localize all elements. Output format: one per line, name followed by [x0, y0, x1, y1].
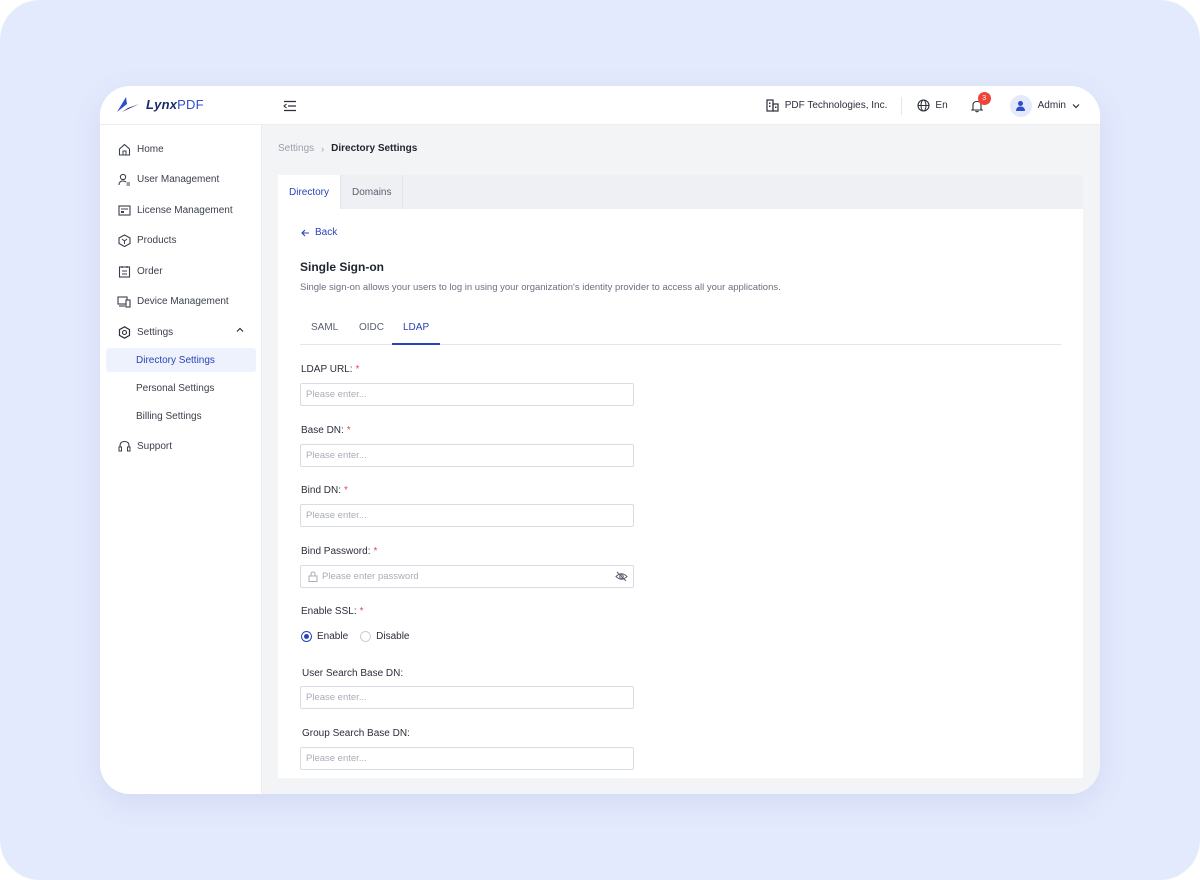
notifications-button[interactable]: 3 — [970, 91, 991, 113]
user-management-icon — [117, 172, 131, 186]
gear-icon — [117, 325, 131, 339]
eye-off-icon[interactable] — [615, 571, 628, 582]
bind-dn-input[interactable] — [300, 504, 634, 527]
user-search-base-dn-label: User Search Base DN: — [302, 668, 404, 679]
language-label: En — [935, 100, 948, 111]
sidebar-item-label: Personal Settings — [136, 382, 215, 394]
back-label: Back — [315, 227, 338, 238]
breadcrumb: Settings › Directory Settings — [278, 143, 417, 154]
top-right-actions: PDF Technologies, Inc. En 3 Admin — [766, 86, 1080, 125]
sidebar-item-directory-settings[interactable]: Directory Settings — [106, 348, 256, 372]
sidebar-item-home[interactable]: Home — [106, 137, 256, 161]
enable-ssl-label: Enable SSL: * — [301, 606, 364, 617]
tab-directory[interactable]: Directory — [278, 175, 342, 209]
user-name: Admin — [1037, 100, 1066, 111]
chevron-down-icon — [1072, 103, 1080, 108]
sidebar-item-label: Settings — [137, 326, 174, 338]
base-dn-label: Base DN: * — [301, 425, 351, 436]
protocol-tabs: SAML OIDC LDAP — [300, 317, 1061, 345]
ssl-disable-radio[interactable]: Disable — [360, 631, 410, 642]
globe-icon — [917, 99, 930, 112]
arrow-left-icon — [301, 229, 309, 236]
sidebar-item-license-management[interactable]: License Management — [106, 198, 256, 222]
ssl-radio-group: Enable Disable — [301, 631, 422, 642]
breadcrumb-settings[interactable]: Settings — [278, 143, 314, 154]
logo[interactable]: LynxPDF — [116, 96, 204, 113]
app-window: LynxPDF PDF Technologies, Inc. En 3 Admi… — [100, 86, 1100, 794]
avatar — [1009, 94, 1032, 117]
sidebar-item-order[interactable]: Order — [106, 259, 256, 283]
user-menu[interactable]: Admin — [1009, 94, 1080, 117]
section-title: Single Sign-on — [300, 260, 384, 274]
device-icon — [117, 294, 131, 308]
sidebar-item-label: Support — [137, 440, 173, 452]
required-mark: * — [373, 546, 378, 557]
required-mark: * — [359, 606, 364, 617]
lock-icon — [308, 571, 318, 582]
page-background: LynxPDF PDF Technologies, Inc. En 3 Admi… — [0, 0, 1200, 880]
radio-unchecked-icon — [360, 631, 372, 642]
user-icon — [1016, 101, 1026, 111]
required-mark: * — [355, 364, 360, 375]
lynx-logo-icon — [117, 97, 139, 112]
group-search-base-dn-input[interactable] — [300, 747, 634, 770]
radio-label: Enable — [317, 631, 349, 642]
home-icon — [117, 142, 131, 156]
headset-icon — [117, 439, 131, 453]
chevron-up-icon — [236, 327, 244, 332]
sidebar-item-label: User Management — [137, 173, 220, 185]
tab-bar: Directory Domains — [278, 175, 1083, 209]
tab-ldap[interactable]: LDAP — [392, 317, 440, 345]
bind-password-input[interactable] — [322, 569, 602, 584]
sidebar-item-label: Home — [137, 143, 164, 155]
required-mark: * — [344, 485, 348, 496]
sidebar-item-personal-settings[interactable]: Personal Settings — [106, 376, 256, 400]
order-icon — [117, 264, 131, 278]
sidebar-item-label: Products — [137, 234, 177, 246]
main-content: Settings › Directory Settings Directory … — [262, 125, 1100, 794]
sidebar-item-settings[interactable]: Settings — [106, 320, 256, 344]
sidebar-item-billing-settings[interactable]: Billing Settings — [106, 404, 256, 428]
radio-checked-icon — [301, 631, 312, 642]
sidebar-item-products[interactable]: Products — [106, 228, 256, 252]
page-title: Directory Settings — [331, 143, 418, 154]
tab-oidc[interactable]: OIDC — [359, 317, 384, 345]
products-icon — [117, 233, 131, 247]
sidebar-item-user-management[interactable]: User Management — [106, 167, 256, 191]
sidebar-item-label: Billing Settings — [136, 410, 202, 422]
ldap-url-input[interactable] — [300, 383, 634, 406]
ssl-enable-radio[interactable]: Enable — [301, 631, 348, 642]
bind-password-field — [300, 565, 634, 588]
required-mark: * — [346, 425, 351, 436]
sidebar-item-device-management[interactable]: Device Management — [106, 289, 256, 313]
organization-name: PDF Technologies, Inc. — [784, 100, 888, 111]
menu-collapse-icon[interactable] — [283, 99, 297, 112]
group-search-base-dn-label: Group Search Base DN: — [302, 728, 410, 739]
sidebar: Home User Management License Management … — [100, 125, 262, 794]
tab-domains[interactable]: Domains — [341, 175, 404, 209]
bind-password-label: Bind Password: * — [301, 546, 378, 557]
license-icon — [117, 203, 131, 217]
ldap-url-label: LDAP URL: * — [301, 364, 360, 375]
sidebar-item-support[interactable]: Support — [106, 434, 256, 458]
settings-card: Directory Domains Back Single Sign-on Si… — [278, 175, 1083, 778]
top-bar: LynxPDF PDF Technologies, Inc. En 3 Admi… — [100, 86, 1100, 125]
building-icon — [766, 99, 779, 112]
bind-dn-label: Bind DN: * — [301, 485, 348, 496]
sidebar-item-label: Order — [137, 265, 163, 277]
radio-label: Disable — [376, 631, 410, 642]
section-description: Single sign-on allows your users to log … — [300, 282, 781, 293]
sidebar-item-label: Directory Settings — [136, 354, 215, 366]
user-search-base-dn-input[interactable] — [300, 686, 634, 709]
logo-text: LynxPDF — [146, 97, 204, 112]
back-button[interactable]: Back — [301, 227, 337, 238]
language-selector[interactable]: En — [917, 99, 948, 112]
notification-badge: 3 — [977, 91, 991, 105]
tab-saml[interactable]: SAML — [311, 317, 338, 345]
chevron-right-icon: › — [321, 143, 325, 154]
organization-switcher[interactable]: PDF Technologies, Inc. — [766, 96, 903, 115]
base-dn-input[interactable] — [300, 444, 634, 467]
sidebar-item-label: License Management — [137, 204, 233, 216]
sidebar-item-label: Device Management — [137, 295, 229, 307]
